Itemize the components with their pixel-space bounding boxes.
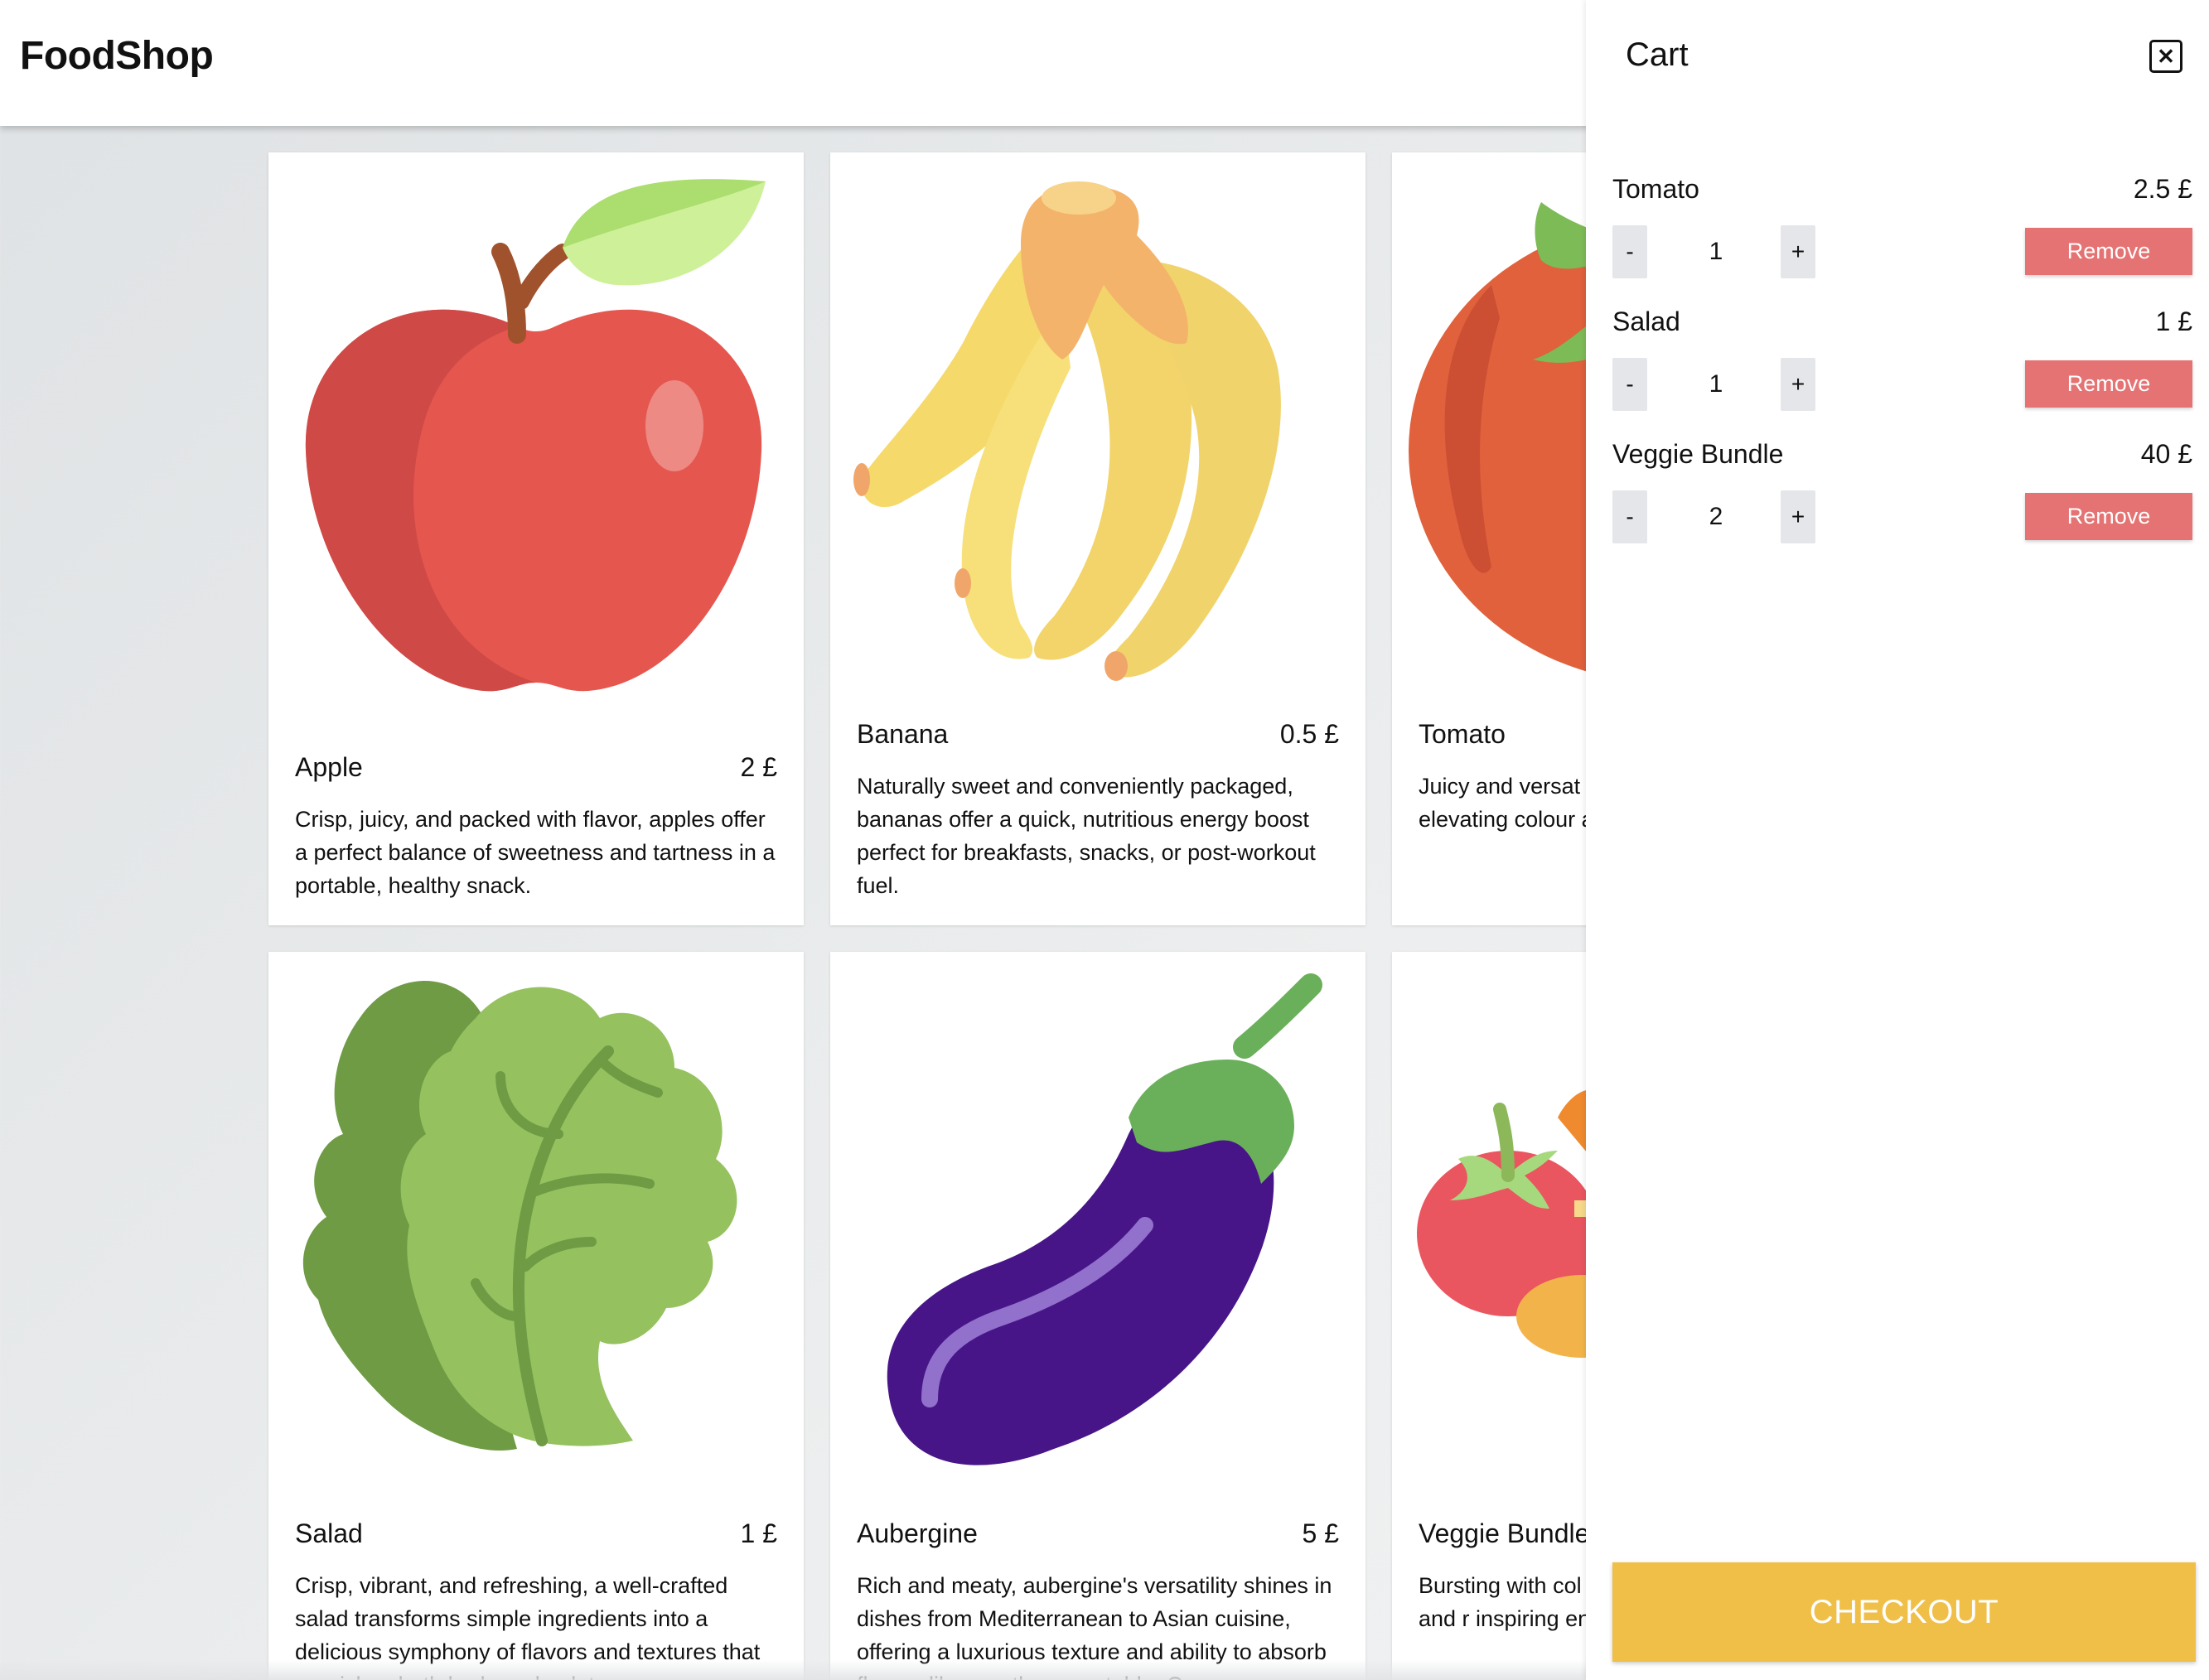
cart-item: Salad 1 £ - 1 + Remove — [1612, 307, 2192, 439]
app-logo[interactable]: FoodShop — [20, 33, 214, 79]
cart-drawer: Cart Tomato 2.5 £ - 1 + Remove Salad 1 £… — [1586, 0, 2209, 1680]
aubergine-icon — [887, 973, 1322, 1465]
increase-quantity-button[interactable]: + — [1781, 225, 1815, 278]
cart-title: Cart — [1626, 36, 1689, 73]
product-price: 0.5 £ — [1279, 719, 1339, 749]
product-price: 2 £ — [740, 752, 777, 782]
cart-item: Tomato 2.5 £ - 1 + Remove — [1612, 174, 2192, 307]
product-name: Salad — [295, 1518, 363, 1548]
product-name: Banana — [857, 719, 949, 749]
cart-item-name: Veggie Bundle — [1612, 439, 1784, 469]
banana-icon — [853, 181, 1281, 681]
increase-quantity-button[interactable]: + — [1781, 490, 1815, 543]
product-image — [268, 152, 804, 716]
increase-quantity-button[interactable]: + — [1781, 358, 1815, 411]
product-description: Crisp, juicy, and packed with flavor, ap… — [295, 807, 776, 898]
product-card-salad[interactable]: Salad 1 £ Crisp, vibrant, and refreshing… — [268, 952, 804, 1680]
quantity-value: 1 — [1709, 370, 1723, 398]
cart-item-name: Tomato — [1612, 174, 1699, 204]
product-name: Tomato — [1419, 719, 1506, 749]
quantity-value: 1 — [1709, 238, 1723, 265]
product-image — [268, 952, 804, 1515]
product-image — [830, 952, 1366, 1515]
lettuce-icon — [302, 981, 737, 1451]
checkout-button[interactable]: CHECKOUT — [1612, 1562, 2196, 1662]
cart-item-price: 1 £ — [2155, 307, 2192, 336]
remove-button[interactable]: Remove — [2025, 493, 2192, 540]
close-cart-button[interactable]: ✕ — [2149, 40, 2182, 73]
cart-item: Veggie Bundle 40 £ - 2 + Remove — [1612, 439, 2192, 572]
cart-item-price: 40 £ — [2140, 439, 2192, 469]
product-price: 5 £ — [1302, 1518, 1339, 1548]
product-name: Apple — [295, 752, 363, 782]
product-image — [830, 152, 1366, 716]
close-icon: ✕ — [2157, 44, 2175, 69]
remove-button[interactable]: Remove — [2025, 228, 2192, 275]
product-card-aubergine[interactable]: Aubergine 5 £ Rich and meaty, aubergine'… — [830, 952, 1366, 1680]
cart-items: Tomato 2.5 £ - 1 + Remove Salad 1 £ - 1 … — [1612, 174, 2192, 572]
product-name: Aubergine — [857, 1518, 978, 1548]
remove-button[interactable]: Remove — [2025, 360, 2192, 408]
quantity-value: 2 — [1709, 503, 1723, 530]
product-name: Veggie Bundle — [1419, 1518, 1590, 1548]
decrease-quantity-button[interactable]: - — [1612, 490, 1647, 543]
apple-icon — [305, 179, 766, 692]
decrease-quantity-button[interactable]: - — [1612, 225, 1647, 278]
decrease-quantity-button[interactable]: - — [1612, 358, 1647, 411]
cart-item-price: 2.5 £ — [2133, 174, 2192, 204]
product-price: 1 £ — [740, 1518, 777, 1548]
cart-item-name: Salad — [1612, 307, 1680, 336]
product-description: Naturally sweet and conveniently package… — [857, 774, 1316, 898]
product-card-apple[interactable]: Apple 2 £ Crisp, juicy, and packed with … — [268, 152, 804, 925]
product-card-banana[interactable]: Banana 0.5 £ Naturally sweet and conveni… — [830, 152, 1366, 925]
